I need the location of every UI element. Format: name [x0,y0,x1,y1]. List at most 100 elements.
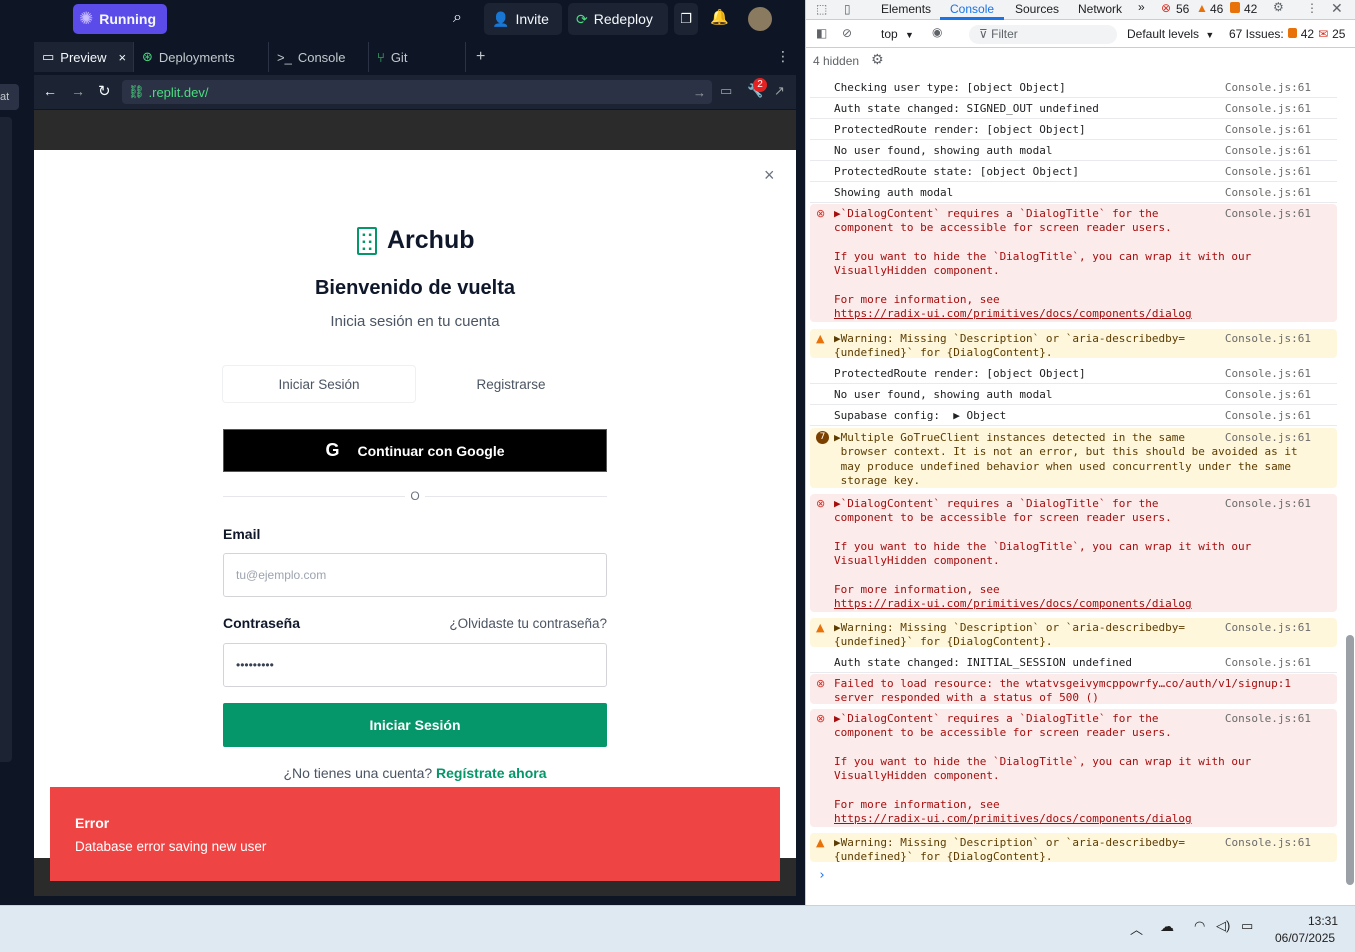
clock-time[interactable]: 13:31 [1308,914,1338,928]
bell-icon[interactable]: 🔔 [710,8,729,26]
console-message[interactable]: Checking user type: [object Object] Conso… [810,78,1337,98]
close-icon[interactable]: × [119,50,127,65]
source-link[interactable]: Console.js:61 [1225,656,1311,670]
inspect-icon[interactable]: ⬚ [816,2,827,16]
source-link[interactable]: Console.js:61 [1225,186,1311,200]
console-message[interactable]: ProtectedRoute render: [object Object] Co… [810,364,1337,384]
back-icon[interactable]: ← [43,83,57,99]
chevron-up-icon[interactable]: ︿ [1130,919,1143,938]
more-icon[interactable]: ⋮ [776,48,790,65]
console-message[interactable]: ⊗ ▶`DialogContent` requires a `DialogTitl… [810,204,1337,322]
source-link[interactable]: Console.js:61 [1225,388,1311,402]
issues-button[interactable]: 67 Issues: 42 ✉ 25 [1229,27,1345,41]
console-message[interactable]: ⊗ ▶`DialogContent` requires a `DialogTitl… [810,709,1337,827]
battery-icon[interactable]: ▭ [1241,918,1253,934]
console-message[interactable]: ⊗ ▶`DialogContent` requires a `DialogTitl… [810,494,1337,612]
clear-console-icon[interactable]: ⊘ [842,26,852,40]
tab-sources[interactable]: Sources [1015,2,1059,16]
close-icon[interactable]: ✕ [1331,0,1343,17]
cloud-icon[interactable]: ☁ [1160,918,1174,935]
tab-console[interactable]: >_ Console [269,42,369,72]
register-link[interactable]: Regístrate ahora [436,765,546,781]
console-message[interactable]: Showing auth modal Console.js:61 [810,183,1337,203]
source-link[interactable]: Console.js:61 [1225,621,1311,635]
tab-login[interactable]: Iniciar Sesión [223,366,415,402]
console-message[interactable]: ProtectedRoute render: [object Object] Co… [810,120,1337,140]
source-link[interactable]: Console.js:61 [1225,712,1311,726]
volume-icon[interactable]: ◁) [1216,918,1230,934]
console-message[interactable]: ▲ ▶Warning: Missing `Description` or `ari… [810,329,1337,359]
email-field[interactable]: tu@ejemplo.com [223,553,607,597]
tab-network[interactable]: Network [1078,2,1122,16]
reload-icon[interactable]: ↻ [98,82,111,100]
settings-icon[interactable]: ⚙ [1273,0,1284,14]
tab-git[interactable]: ⑂ Git [369,42,466,72]
go-icon[interactable]: → [693,85,706,100]
tab-label: Preview [60,49,107,65]
email-label: Email [223,526,261,542]
more-tabs-icon[interactable]: » [1138,0,1145,14]
docs-link[interactable]: https://radix-ui.com/primitives/docs/com… [834,597,1192,610]
console-message[interactable]: ⊗ Failed to load resource: the wtatvsgeiv… [810,674,1337,704]
run-status-button[interactable]: ✺ Running [73,4,167,34]
forward-icon[interactable]: → [71,83,85,99]
sidebar-toggle-icon[interactable]: ◧ [816,26,827,40]
console-message[interactable]: Auth state changed: SIGNED_OUT undefined… [810,99,1337,119]
levels-select[interactable]: Default levels ▼ [1127,27,1214,41]
tab-elements[interactable]: Elements [881,2,931,16]
open-new-tab-icon[interactable]: ↗ [774,83,785,99]
source-link[interactable]: Console.js:61 [1225,409,1311,423]
add-tab-icon[interactable]: + [476,48,485,66]
console-scrollbar[interactable] [1346,635,1354,885]
console-message[interactable]: Auth state changed: INITIAL_SESSION unde… [810,653,1337,673]
url-field[interactable]: ⛓ .replit.dev/ → [122,80,712,104]
close-icon[interactable]: × [764,165,775,186]
context-select[interactable]: top ▼ [881,27,914,41]
error-toast[interactable]: Error Database error saving new user [50,787,780,881]
left-panel-chip[interactable]: at [0,84,19,110]
warning-icon: ▲ [816,836,825,849]
console-message[interactable]: ▲ ▶Warning: Missing `Description` or `ari… [810,833,1337,863]
source-link[interactable]: Console.js:61 [1225,123,1311,137]
filter-input[interactable]: ⊽ Filter [969,25,1117,44]
eye-icon[interactable]: ◉ [932,25,942,39]
tab-register[interactable]: Registrarse [415,366,607,402]
devices-icon[interactable]: ▭ [720,83,732,99]
source-link[interactable]: Console.js:61 [1225,102,1311,116]
multiplayer-button[interactable]: ❐ [674,3,698,35]
console-prompt[interactable]: › [818,868,826,883]
source-link[interactable]: Console.js:61 [1225,367,1311,381]
redeploy-button[interactable]: ⟳ Redeploy [568,3,668,35]
console-message[interactable]: No user found, showing auth modal Console… [810,141,1337,161]
forgot-password-link[interactable]: ¿Olvidaste tu contraseña? [434,616,607,631]
clock-date[interactable]: 06/07/2025 [1275,931,1335,945]
submit-button[interactable]: Iniciar Sesión [223,703,607,747]
google-button[interactable]: G Continuar con Google [223,429,607,472]
console-message[interactable]: No user found, showing auth modal Console… [810,385,1337,405]
wifi-icon[interactable]: ◠ [1194,918,1205,934]
console-message[interactable]: 7 ▶Multiple GoTrueClient instances detect… [810,428,1337,488]
tab-preview[interactable]: ▭ Preview × [34,42,134,72]
avatar[interactable] [748,7,772,31]
console-settings-icon[interactable]: ⚙ [871,51,884,68]
console-message[interactable]: ▲ ▶Warning: Missing `Description` or `ari… [810,618,1337,648]
device-icon[interactable]: ▯ [844,2,851,16]
source-link[interactable]: Console.js:61 [1225,497,1311,511]
source-link[interactable]: Console.js:61 [1225,207,1311,221]
source-link[interactable]: Console.js:61 [1225,332,1311,346]
password-field[interactable]: ••••••••• [223,643,607,687]
source-link[interactable]: Console.js:61 [1225,81,1311,95]
console-message[interactable]: Supabase config: ▶ Object Console.js:61 [810,406,1337,426]
more-icon[interactable]: ⋮ [1306,1,1318,15]
tab-deployments[interactable]: ⊛ Deployments [134,42,269,72]
console-message[interactable]: ProtectedRoute state: [object Object] Con… [810,162,1337,182]
docs-link[interactable]: https://radix-ui.com/primitives/docs/com… [834,307,1192,320]
tab-console[interactable]: Console [950,2,994,16]
invite-button[interactable]: 👤 Invite [484,3,562,35]
source-link[interactable]: Console.js:61 [1225,165,1311,179]
source-link[interactable]: Console.js:61 [1225,144,1311,158]
search-icon[interactable]: ⌕ [453,9,462,27]
docs-link[interactable]: https://radix-ui.com/primitives/docs/com… [834,812,1192,825]
source-link[interactable]: Console.js:61 [1225,431,1311,445]
source-link[interactable]: Console.js:61 [1225,836,1311,850]
